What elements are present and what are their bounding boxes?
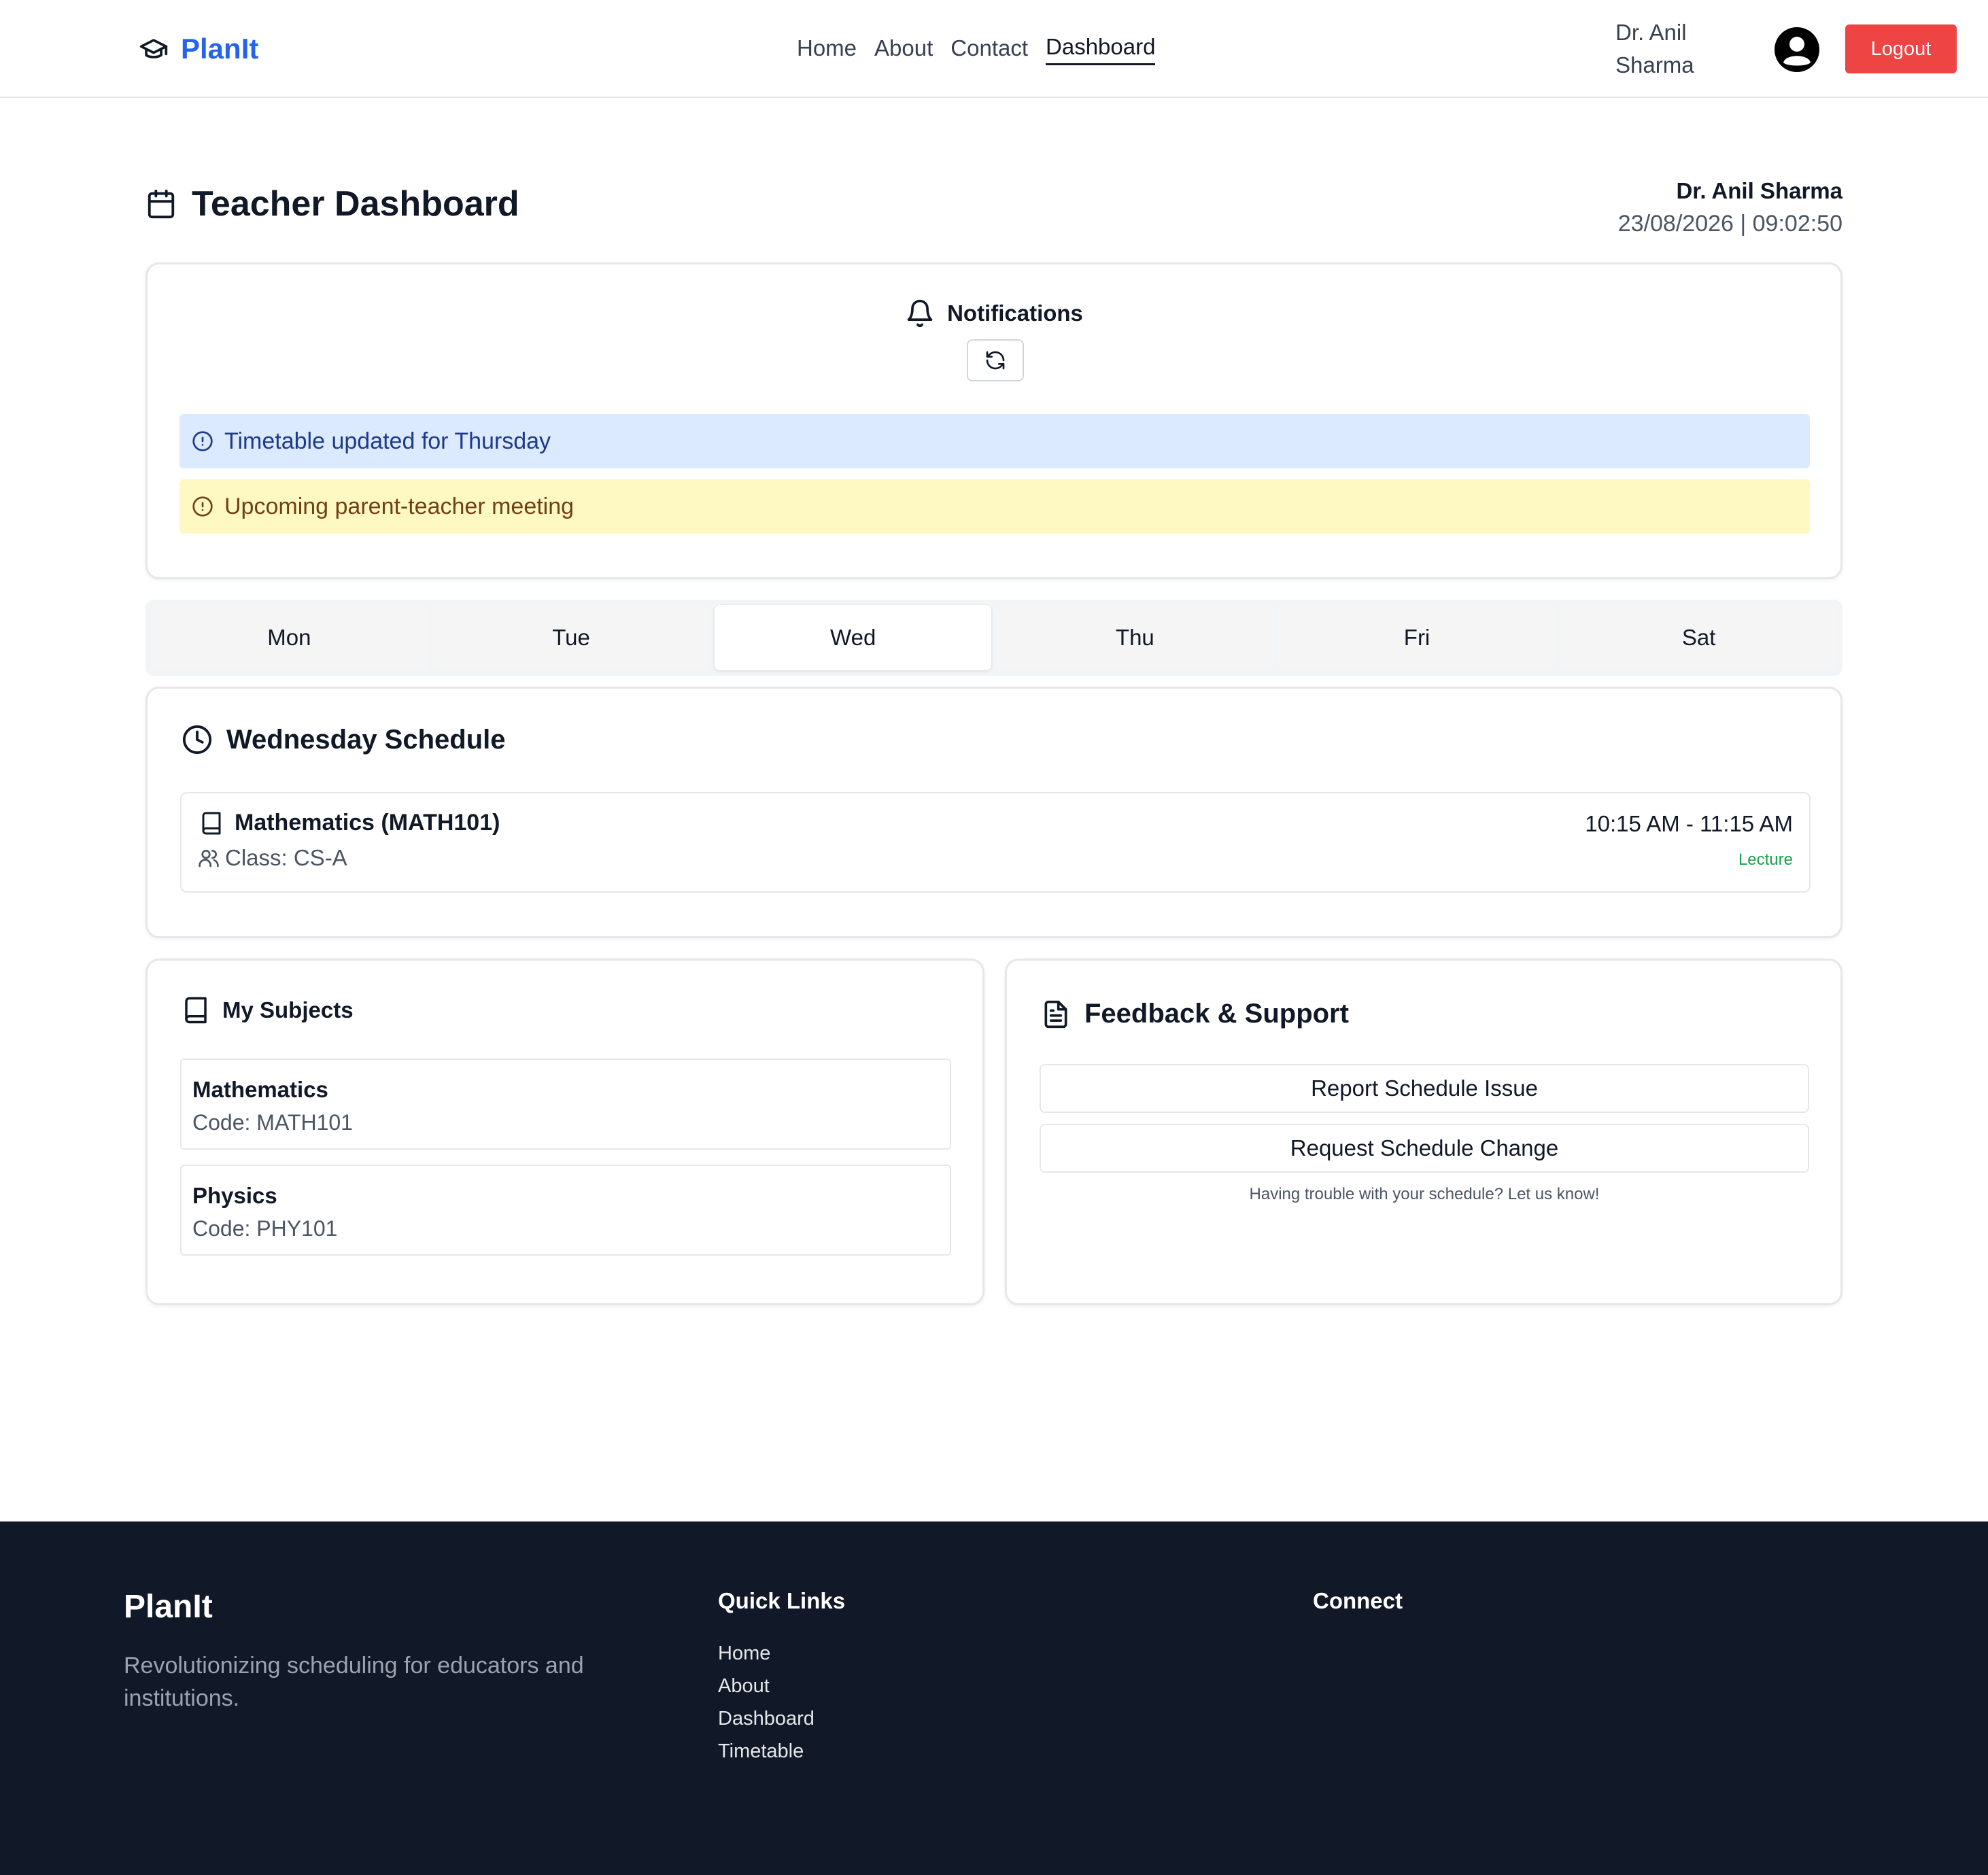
- schedule-title: Wednesday Schedule: [226, 724, 506, 755]
- feedback-note: Having trouble with your schedule? Let u…: [1249, 1185, 1600, 1203]
- footer-quick-links: Home About Dashboard Timetable: [718, 1637, 815, 1768]
- subject-code: Code: MATH101: [192, 1110, 353, 1135]
- nav-links: Home About Contact Dashboard: [797, 31, 1156, 65]
- brand[interactable]: PlanIt: [139, 30, 258, 68]
- request-schedule-change-button[interactable]: Request Schedule Change: [1040, 1124, 1809, 1173]
- schedule-class-text: Class: CS-A: [225, 845, 347, 870]
- subject-item[interactable]: Mathematics Code: MATH101: [180, 1059, 951, 1150]
- tab-mon[interactable]: Mon: [151, 605, 428, 670]
- calendar-icon: [145, 188, 177, 220]
- nav-link-about[interactable]: About: [874, 31, 933, 65]
- nav-link-home[interactable]: Home: [797, 31, 857, 65]
- logout-button[interactable]: Logout: [1845, 24, 1957, 73]
- schedule-item[interactable]: Mathematics (MATH101) Class: CS-A 10:15 …: [180, 792, 1811, 893]
- nav-user-name: Dr. Anil Sharma: [1615, 20, 1694, 78]
- footer-brand: PlanIt: [124, 1589, 213, 1625]
- header-datetime: 23/08/2026 | 09:02:50: [1617, 211, 1843, 237]
- top-navbar: PlanIt Home About Contact Dashboard Dr. …: [0, 0, 1988, 98]
- user-circle-icon: [1775, 27, 1819, 72]
- tab-wed[interactable]: Wed: [715, 605, 992, 670]
- notifications-header: Notifications: [148, 298, 1840, 328]
- page-header: Teacher Dashboard: [145, 184, 519, 224]
- subjects-title: My Subjects: [222, 997, 354, 1022]
- graduation-cap-icon: [139, 34, 169, 64]
- subject-code: Code: PHY101: [192, 1216, 338, 1241]
- tab-tue[interactable]: Tue: [432, 605, 710, 670]
- subject-item[interactable]: Physics Code: PHY101: [180, 1165, 951, 1256]
- alert-icon: [192, 496, 213, 517]
- schedule-card: Wednesday Schedule Mathematics (MATH101)…: [145, 687, 1843, 938]
- feedback-card: Feedback & Support Report Schedule Issue…: [1005, 959, 1843, 1305]
- page-title: Teacher Dashboard: [192, 184, 519, 224]
- header-user-info: Dr. Anil Sharma 23/08/2026 | 09:02:50: [1618, 175, 1843, 241]
- info-icon: [192, 430, 213, 452]
- brand-name: PlanIt: [181, 33, 259, 65]
- notification-text: Upcoming parent-teacher meeting: [224, 493, 575, 519]
- book-icon: [199, 811, 224, 836]
- notification-text: Timetable updated for Thursday: [224, 428, 551, 454]
- notification-item: Timetable updated for Thursday: [179, 414, 1810, 468]
- schedule-kind: Lecture: [1738, 850, 1793, 869]
- clock-icon: [182, 724, 213, 755]
- nav-link-dashboard[interactable]: Dashboard: [1046, 31, 1156, 65]
- users-icon: [198, 847, 220, 869]
- footer-link-timetable[interactable]: Timetable: [718, 1735, 815, 1768]
- schedule-subject-name: Mathematics (MATH101): [235, 810, 500, 836]
- notifications-card: Notifications Timetable updated for Thur…: [145, 262, 1843, 579]
- feedback-title: Feedback & Support: [1084, 999, 1349, 1029]
- schedule-time: 10:15 AM - 11:15 AM: [1585, 811, 1793, 836]
- refresh-button[interactable]: [967, 339, 1024, 381]
- file-text-icon: [1041, 999, 1071, 1029]
- tab-sat[interactable]: Sat: [1560, 605, 1838, 670]
- footer-link-dashboard[interactable]: Dashboard: [718, 1702, 815, 1735]
- notification-item: Upcoming parent-teacher meeting: [179, 479, 1810, 534]
- avatar[interactable]: [1773, 26, 1821, 73]
- footer-tagline: Revolutionizing scheduling for educators…: [124, 1653, 584, 1711]
- subject-name: Mathematics: [192, 1077, 328, 1102]
- tab-fri[interactable]: Fri: [1278, 605, 1556, 670]
- footer-connect-title: Connect: [1313, 1588, 1403, 1613]
- subjects-header: My Subjects: [182, 996, 354, 1025]
- subject-name: Physics: [192, 1183, 277, 1208]
- footer-quick-links-title: Quick Links: [718, 1588, 846, 1613]
- footer-link-home[interactable]: Home: [718, 1637, 815, 1670]
- bell-icon: [905, 298, 935, 328]
- footer: PlanIt Revolutionizing scheduling for ed…: [0, 1521, 1988, 1875]
- schedule-header: Wednesday Schedule: [182, 724, 506, 755]
- report-schedule-issue-button[interactable]: Report Schedule Issue: [1040, 1064, 1809, 1113]
- schedule-class: Class: CS-A: [198, 845, 347, 871]
- day-tabs: Mon Tue Wed Thu Fri Sat: [145, 600, 1843, 676]
- footer-link-about[interactable]: About: [718, 1670, 815, 1702]
- refresh-icon: [984, 349, 1006, 371]
- feedback-header: Feedback & Support: [1041, 999, 1349, 1029]
- schedule-subject: Mathematics (MATH101): [199, 810, 500, 836]
- subjects-card: My Subjects Mathematics Code: MATH101 Ph…: [145, 959, 984, 1305]
- header-user-name: Dr. Anil Sharma: [1676, 178, 1843, 203]
- nav-link-contact[interactable]: Contact: [950, 31, 1028, 65]
- notifications-title: Notifications: [947, 300, 1083, 326]
- tab-thu[interactable]: Thu: [997, 605, 1273, 670]
- book-icon: [182, 996, 210, 1025]
